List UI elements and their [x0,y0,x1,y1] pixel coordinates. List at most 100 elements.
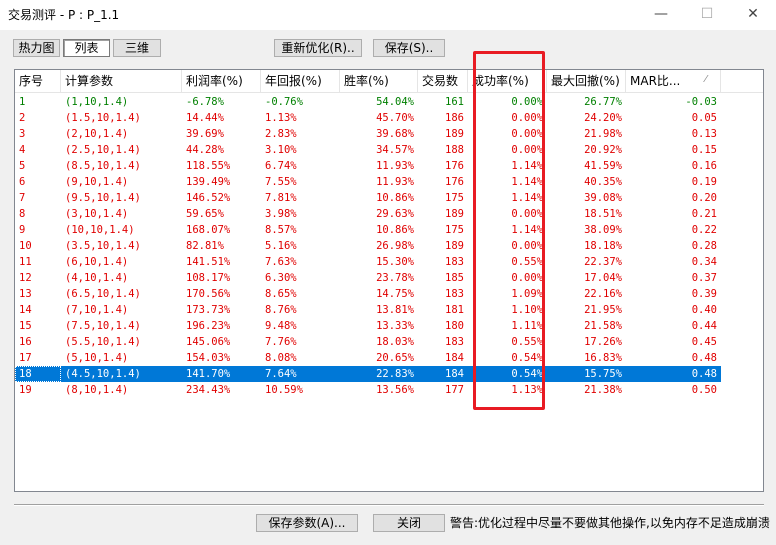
cell-annual: 2.83% [265,128,297,140]
cell-winrate: 23.78% [376,272,414,284]
cell-mar: -0.03 [685,96,717,108]
cell-index: 4 [19,144,26,156]
table-row[interactable]: 18 (4.5,10,1.4) 141.70% 7.64% 22.83% 184 0.54%… [15,366,721,382]
cell-index: 12 [19,272,32,284]
table-row[interactable]: 12 (4,10,1.4) 108.17% 6.30% 23.78% 185 0.00% 17… [15,270,721,286]
sort-indicator-icon: ⁄ [705,74,707,85]
title-bar: 交易测评 - P : P_1.1 — ☐ ✕ [0,0,776,30]
cell-trades: 161 [445,96,464,108]
cell-index: 18 [15,366,61,382]
save-params-button[interactable]: 保存参数(A)... [256,514,358,532]
cell-mar: 0.28 [691,240,717,252]
cell-index: 8 [19,208,26,220]
cell-params: (10,10,1.4) [65,224,135,236]
cell-drawdown: 15.75% [584,368,622,380]
cell-profit: 170.56% [186,288,231,300]
minimize-button[interactable]: — [638,0,684,30]
cell-drawdown: 17.26% [584,336,622,348]
cell-trades: 184 [445,352,464,364]
cell-params: (8,10,1.4) [65,384,129,396]
cell-drawdown: 17.04% [584,272,622,284]
cell-winrate: 10.86% [376,224,414,236]
cell-trades: 185 [445,272,464,284]
table-row[interactable]: 7 (9.5,10,1.4) 146.52% 7.81% 10.86% 175 1.14% 3… [15,190,721,206]
cell-drawdown: 22.37% [584,256,622,268]
table-row[interactable]: 9 (10,10,1.4) 168.07% 8.57% 10.86% 175 1.14% 38… [15,222,721,238]
cell-params: (2.5,10,1.4) [65,144,141,156]
close-button[interactable]: 关闭 [373,514,445,532]
cell-index: 10 [19,240,32,252]
save-button[interactable]: 保存(S).. [373,39,445,57]
cell-profit: 168.07% [186,224,231,236]
table-row[interactable]: 6 (9,10,1.4) 139.49% 7.55% 11.93% 176 1.14% 40.… [15,174,721,190]
cell-winrate: 22.83% [376,368,414,380]
cell-annual: 5.16% [265,240,297,252]
table-row[interactable]: 5 (8.5,10,1.4) 118.55% 6.74% 11.93% 176 1.14% 4… [15,158,721,174]
cell-params: (1,10,1.4) [65,96,129,108]
cell-drawdown: 40.35% [584,176,622,188]
cell-index: 11 [19,256,32,268]
table-row[interactable]: 17 (5,10,1.4) 154.03% 8.08% 20.65% 184 0.54% 16… [15,350,721,366]
table-row[interactable]: 16 (5.5,10,1.4) 145.06% 7.76% 18.03% 183 0.55%… [15,334,721,350]
tab-3d[interactable]: 三维 [113,39,161,57]
table-row[interactable]: 8 (3,10,1.4) 59.65% 3.98% 29.63% 189 0.00% 18.5… [15,206,721,222]
cell-drawdown: 21.38% [584,384,622,396]
table-row[interactable]: 15 (7.5,10,1.4) 196.23% 9.48% 13.33% 180 1.11%… [15,318,721,334]
table-row[interactable]: 4 (2.5,10,1.4) 44.28% 3.10% 34.57% 188 0.00% 20… [15,142,721,158]
cell-drawdown: 22.16% [584,288,622,300]
table-row[interactable]: 1 (1,10,1.4) -6.78% -0.76% 54.04% 161 0.00% 26.… [15,94,721,110]
cell-index: 2 [19,112,26,124]
cell-trades: 176 [445,160,464,172]
cell-annual: 8.08% [265,352,297,364]
close-window-button[interactable]: ✕ [730,0,776,30]
col-header-annual[interactable]: 年回报(%) [261,70,340,92]
cell-mar: 0.39 [691,288,717,300]
cell-profit: 173.73% [186,304,231,316]
cell-annual: 7.64% [265,368,297,380]
cell-index: 7 [19,192,26,204]
cell-profit: 146.52% [186,192,231,204]
tab-list[interactable]: 列表 [63,39,110,57]
cell-index: 1 [19,96,26,108]
col-header-profit[interactable]: 利润率(%) [182,70,261,92]
table-row[interactable]: 19 (8,10,1.4) 234.43% 10.59% 13.56% 177 1.13% 2… [15,382,721,398]
cell-winrate: 11.93% [376,160,414,172]
results-table[interactable]: 序号 计算参数 利润率(%) 年回报(%) 胜率(%) 交易数 成功率(%) 最… [14,69,764,492]
cell-trades: 176 [445,176,464,188]
cell-drawdown: 39.08% [584,192,622,204]
cell-winrate: 39.68% [376,128,414,140]
table-row[interactable]: 13 (6.5,10,1.4) 170.56% 8.65% 14.75% 183 1.09%… [15,286,721,302]
reoptimize-button[interactable]: 重新优化(R).. [274,39,362,57]
table-row[interactable]: 11 (6,10,1.4) 141.51% 7.63% 15.30% 183 0.55% 22… [15,254,721,270]
col-header-trades[interactable]: 交易数 [418,70,468,92]
cell-trades: 188 [445,144,464,156]
maximize-button[interactable]: ☐ [684,0,730,30]
cell-drawdown: 20.92% [584,144,622,156]
cell-params: (7.5,10,1.4) [65,320,141,332]
table-row[interactable]: 10 (3.5,10,1.4) 82.81% 5.16% 26.98% 189 0.00% 1… [15,238,721,254]
cell-annual: 6.74% [265,160,297,172]
col-header-drawdown[interactable]: 最大回撤(%) [547,70,626,92]
cell-params: (4,10,1.4) [65,272,129,284]
cell-index: 3 [19,128,26,140]
cell-mar: 0.48 [691,352,717,364]
cell-params: (3,10,1.4) [65,208,129,220]
tab-heatmap[interactable]: 热力图 [13,39,60,57]
cell-mar: 0.50 [691,384,717,396]
table-row[interactable]: 3 (2,10,1.4) 39.69% 2.83% 39.68% 189 0.00% 21.9… [15,126,721,142]
cell-mar: 0.22 [691,224,717,236]
cell-trades: 177 [445,384,464,396]
cell-index: 14 [19,304,32,316]
cell-params: (1.5,10,1.4) [65,112,141,124]
cell-params: (2,10,1.4) [65,128,129,140]
cell-annual: 1.13% [265,112,297,124]
table-row[interactable]: 14 (7,10,1.4) 173.73% 8.76% 13.81% 181 1.10% 21… [15,302,721,318]
col-header-params[interactable]: 计算参数 [61,70,182,92]
cell-mar: 0.20 [691,192,717,204]
cell-winrate: 54.04% [376,96,414,108]
cell-profit: 145.06% [186,336,231,348]
col-header-index[interactable]: 序号 [15,70,61,92]
cell-params: (4.5,10,1.4) [65,368,141,380]
col-header-winrate[interactable]: 胜率(%) [340,70,418,92]
table-row[interactable]: 2 (1.5,10,1.4) 14.44% 1.13% 45.70% 186 0.00% 24… [15,110,721,126]
